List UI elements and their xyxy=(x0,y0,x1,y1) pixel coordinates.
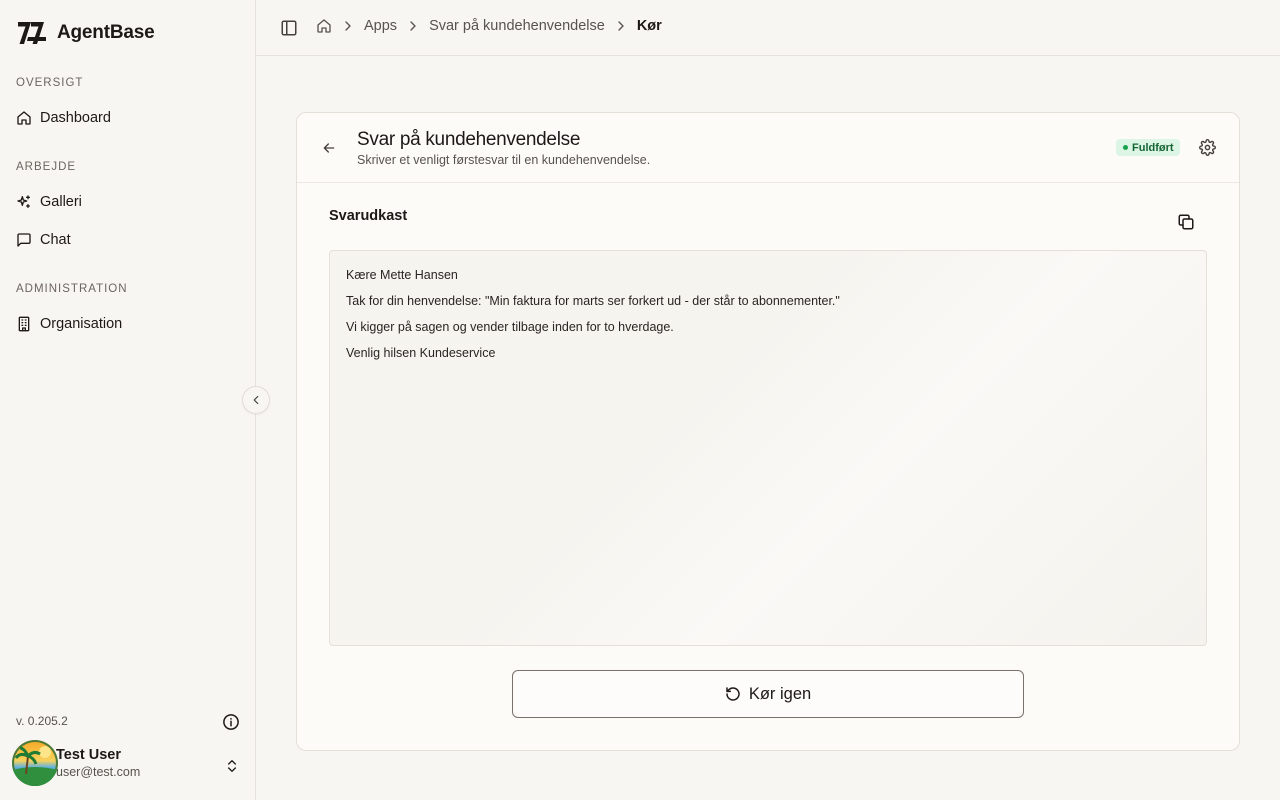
avatar xyxy=(12,740,58,786)
page-title: Svar på kundehenvendelse xyxy=(357,129,581,150)
sparkles-icon xyxy=(17,195,30,208)
section-label-administration: ADMINISTRATION xyxy=(16,283,128,295)
run-again-label: Kør igen xyxy=(748,684,812,703)
status-dot-icon xyxy=(1123,145,1128,150)
brand[interactable]: AgentBase xyxy=(17,19,155,47)
home-icon[interactable] xyxy=(316,18,332,34)
chevron-right-icon xyxy=(618,21,624,31)
rotate-ccw-icon xyxy=(726,687,740,701)
status-badge: Fuldført xyxy=(1116,139,1180,156)
section-label-oversigt: OVERSIGT xyxy=(16,77,84,89)
user-menu[interactable]: Test User user@test.com xyxy=(12,740,244,786)
output-text-box[interactable]: Kære Mette Hansen Tak for din henvendels… xyxy=(329,250,1207,646)
sidebar-item-label: Chat xyxy=(40,232,71,248)
chevron-right-icon xyxy=(410,21,416,31)
home-icon xyxy=(17,111,31,125)
message-square-icon xyxy=(17,233,31,247)
output-line: Venlig hilsen Kundeservice xyxy=(346,346,496,360)
toggle-sidebar-icon[interactable] xyxy=(280,19,298,37)
section-label-arbejde: ARBEJDE xyxy=(16,161,77,173)
arrow-left-icon[interactable] xyxy=(321,140,337,156)
output-line: Kære Mette Hansen xyxy=(346,268,458,282)
breadcrumb-current: Kør xyxy=(636,18,662,34)
topbar: Apps Svar på kundehenvendelse Kør xyxy=(256,0,1280,56)
sidebar-item-organisation[interactable]: Organisation xyxy=(16,312,238,336)
chevron-left-icon xyxy=(253,395,259,405)
gear-icon[interactable] xyxy=(1199,139,1216,156)
user-name: Test User xyxy=(56,747,122,763)
breadcrumb-app[interactable]: Svar på kundehenvendelse xyxy=(429,18,605,34)
sidebar-item-label: Dashboard xyxy=(40,110,111,126)
sidebar-item-label: Galleri xyxy=(40,194,82,210)
card-header: Svar på kundehenvendelse Skriver et venl… xyxy=(297,113,1239,183)
sidebar-item-dashboard[interactable]: Dashboard xyxy=(16,106,238,130)
output-line: Vi kigger på sagen og vender tilbage ind… xyxy=(346,320,674,334)
sidebar: AgentBase OVERSIGT Dashboard ARBEJDE Gal… xyxy=(0,0,256,800)
breadcrumb-apps[interactable]: Apps xyxy=(364,18,397,34)
agentbase-logo-icon xyxy=(18,22,46,44)
user-email: user@test.com xyxy=(56,765,141,779)
chevron-right-icon xyxy=(345,21,351,31)
copy-icon[interactable] xyxy=(1177,213,1195,231)
page-subtitle: Skriver et venligt førstesvar til en kun… xyxy=(357,153,651,167)
output-line: Tak for din henvendelse: "Min faktura fo… xyxy=(346,294,840,308)
app-version: v. 0.205.2 xyxy=(16,714,68,728)
sidebar-item-chat[interactable]: Chat xyxy=(16,228,238,252)
run-again-button[interactable]: Kør igen xyxy=(512,670,1024,718)
collapse-sidebar-button[interactable] xyxy=(242,386,270,414)
run-card: Svar på kundehenvendelse Skriver et venl… xyxy=(296,112,1240,751)
sidebar-item-label: Organisation xyxy=(40,316,123,332)
sidebar-item-galleri[interactable]: Galleri xyxy=(16,190,238,214)
info-icon[interactable] xyxy=(222,713,240,731)
building-icon xyxy=(18,316,30,332)
output-section-title: Svarudkast xyxy=(329,208,408,224)
status-label: Fuldført xyxy=(1132,141,1174,154)
breadcrumb: Apps Svar på kundehenvendelse Kør xyxy=(316,18,662,34)
chevrons-up-down-icon xyxy=(228,760,236,772)
avatar-image-icon xyxy=(12,746,58,786)
app-name: AgentBase xyxy=(57,22,155,43)
